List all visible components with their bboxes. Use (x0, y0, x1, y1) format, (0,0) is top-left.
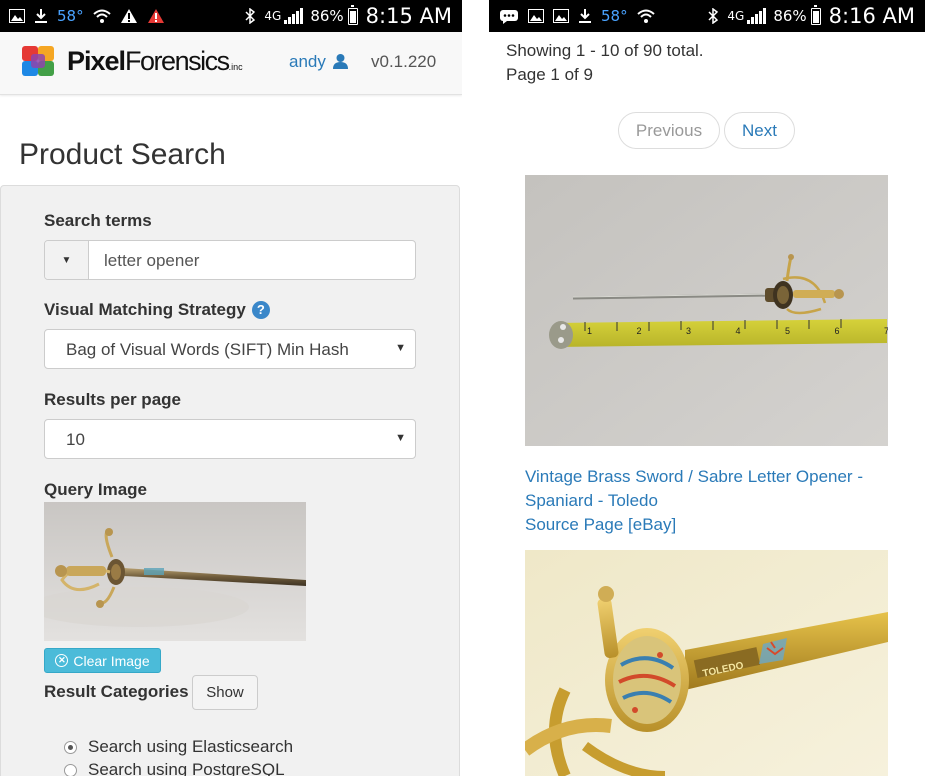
temperature: 58° (601, 7, 628, 25)
query-image-label: Query Image (44, 480, 147, 499)
brand-name[interactable]: PixelForensics.inc (67, 46, 243, 77)
wifi-icon (92, 9, 111, 23)
results-per-page-value: 10 (66, 430, 85, 449)
clear-image-button[interactable]: ✕ Clear Image (44, 648, 161, 673)
page-indicator: Page 1 of 9 (506, 65, 593, 84)
battery-percent: 86% (773, 7, 807, 25)
close-circle-icon: ✕ (55, 654, 69, 667)
results-count: Showing 1 - 10 of 90 total. (506, 41, 704, 60)
radio-postgresql[interactable]: Search using PostgreSQL (64, 760, 285, 776)
page-title: Product Search (19, 138, 226, 171)
select-caret-icon: ▼ (395, 342, 406, 354)
query-image (44, 502, 306, 641)
results-per-page-select[interactable]: 10 ▼ (44, 419, 416, 459)
result-categories-label: Result Categories (44, 682, 189, 701)
show-categories-button[interactable]: Show (192, 675, 258, 710)
search-dropdown-toggle[interactable]: ▼ (45, 241, 89, 279)
battery-icon (810, 4, 821, 25)
user-icon (332, 54, 348, 69)
caret-down-icon: ▼ (61, 254, 72, 266)
temperature: 58° (57, 7, 84, 25)
search-input-group: ▼ letter opener (44, 240, 416, 280)
gallery-icon (9, 9, 25, 23)
battery-icon (347, 4, 358, 25)
ruler-numbers: 1 2 3 4 5 6 7 8 (587, 326, 888, 336)
strategy-select[interactable]: Bag of Visual Words (SIFT) Min Hash ▼ (44, 329, 416, 369)
previous-button[interactable]: Previous (618, 112, 720, 149)
message-icon (499, 9, 519, 24)
result-image-1[interactable]: 1 2 3 4 5 6 7 8 (525, 175, 888, 446)
image-icon (528, 9, 544, 23)
radio-elasticsearch[interactable]: Search using Elasticsearch (64, 737, 293, 757)
select-caret-icon: ▼ (395, 432, 406, 444)
radio-unselected-icon (64, 763, 77, 776)
strategy-select-value: Bag of Visual Words (SIFT) Min Hash (66, 340, 349, 359)
search-input[interactable]: letter opener (104, 251, 199, 271)
status-bar: 58° 4G 86% 8:15 AM (0, 0, 462, 32)
network-type: 4G (264, 9, 282, 23)
warning-icon (120, 8, 138, 24)
alert-red-icon (147, 8, 165, 24)
results-per-page-label: Results per page (44, 390, 181, 409)
network-type: 4G (727, 9, 745, 23)
wifi-icon (636, 9, 655, 23)
help-icon[interactable]: ? (251, 300, 270, 319)
result-source-link[interactable]: Source Page [eBay] (525, 513, 676, 537)
left-screen: 58° 4G 86% 8:15 AM PixelForensics.inc an… (0, 0, 462, 776)
result-image-2[interactable]: TOLEDO (525, 550, 888, 776)
navbar: PixelForensics.inc andy v0.1.220 (0, 32, 462, 95)
search-terms-label: Search terms (44, 211, 152, 230)
download-icon (34, 8, 48, 24)
pixelforensics-logo[interactable] (20, 44, 56, 78)
result-title-link-line2[interactable]: Spaniard - Toledo (525, 489, 658, 513)
battery-percent: 86% (310, 7, 344, 25)
clock: 8:15 AM (365, 4, 452, 28)
right-screen: 58° 4G 86% 8:16 AM Showing 1 - 10 of 90 … (489, 0, 925, 776)
result-title-link-line1[interactable]: Vintage Brass Sword / Sabre Letter Opene… (525, 465, 863, 489)
bluetooth-icon (708, 8, 719, 24)
clock: 8:16 AM (828, 4, 915, 28)
download-icon (578, 8, 592, 24)
strategy-label: Visual Matching Strategy? (44, 300, 270, 320)
signal-icon (284, 8, 304, 24)
gallery-icon (553, 9, 569, 23)
bluetooth-icon (245, 8, 256, 24)
radio-selected-icon (64, 740, 77, 754)
app-version: v0.1.220 (371, 52, 437, 71)
user-menu[interactable]: andy (289, 52, 349, 72)
next-button[interactable]: Next (724, 112, 795, 149)
screen-gap (462, 0, 489, 776)
status-bar: 58° 4G 86% 8:16 AM (489, 0, 925, 32)
signal-icon (747, 8, 767, 24)
